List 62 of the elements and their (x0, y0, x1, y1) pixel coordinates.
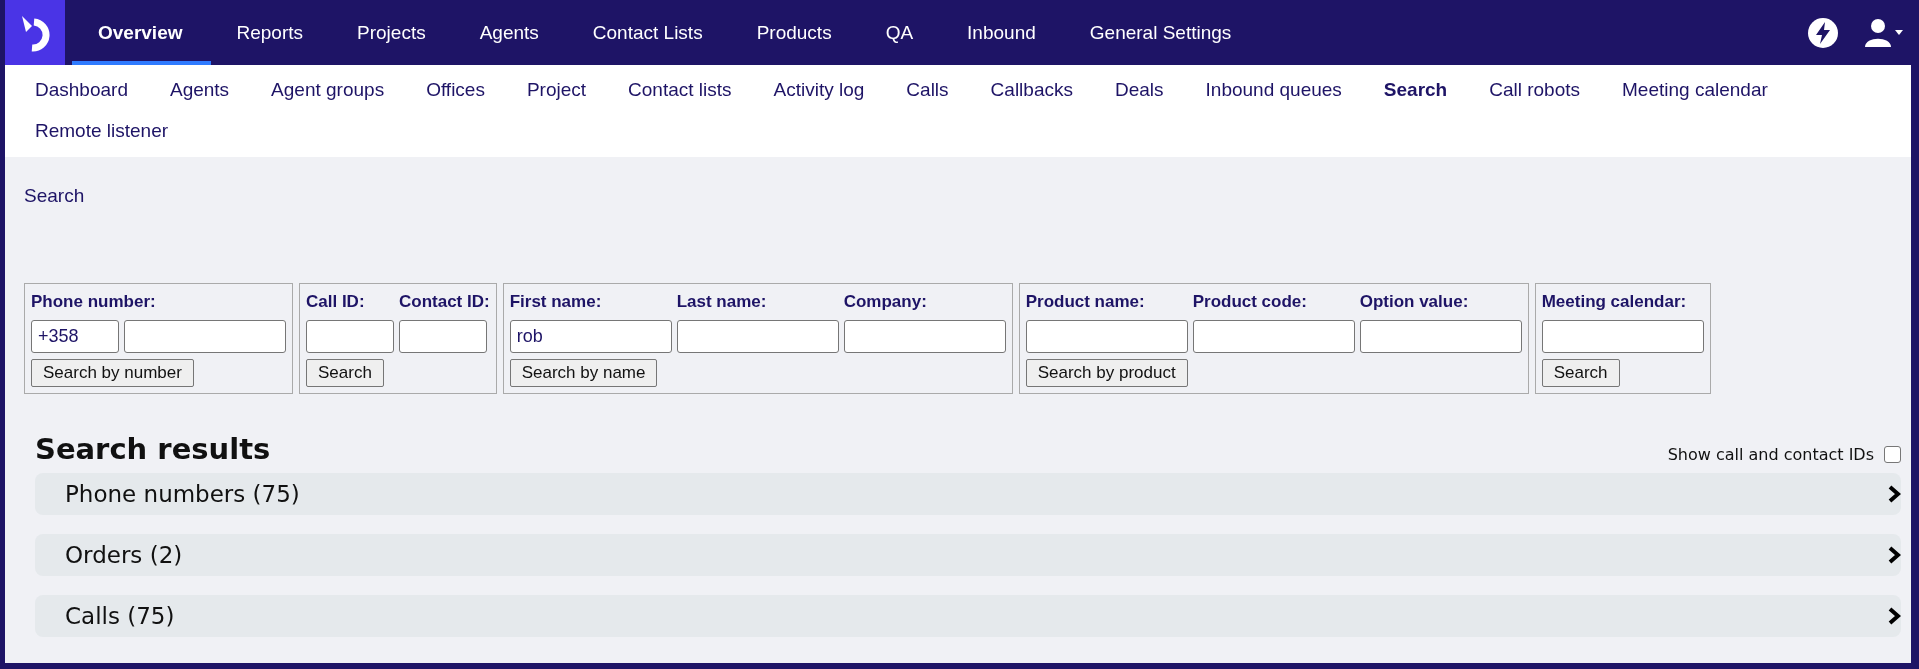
checkbox-label: Show call and contact IDs (1667, 445, 1874, 464)
search-button[interactable]: Search by product (1025, 359, 1188, 387)
nav-tab[interactable]: Contact Lists (566, 0, 731, 65)
subnav-link[interactable]: Search (1383, 69, 1448, 110)
subnav-link[interactable]: Activity log (773, 69, 865, 110)
accordion-header[interactable]: Orders (2) (35, 534, 1901, 576)
input-field[interactable]: rob (509, 320, 672, 353)
nav-tab[interactable]: QA (859, 0, 942, 65)
subnav-link[interactable]: Agents (169, 69, 230, 110)
subnav-link[interactable]: Contact lists (628, 69, 732, 110)
search-button[interactable]: Search (306, 359, 384, 387)
input-field[interactable] (124, 320, 286, 353)
subnav-link[interactable]: Calls (906, 69, 949, 110)
input-field[interactable] (676, 320, 839, 353)
search-button[interactable]: Search (1541, 359, 1620, 387)
subnav-link[interactable]: Inbound queues (1205, 69, 1342, 110)
input-field[interactable] (306, 320, 394, 353)
field-label: Product name: (1025, 292, 1146, 313)
subnav-link[interactable]: Callbacks (990, 69, 1073, 110)
field-label: Option value: (1359, 292, 1470, 313)
accordion-header[interactable]: Calls (75) (35, 595, 1901, 637)
field-label: Call ID: (306, 292, 366, 313)
input-field[interactable] (1192, 320, 1355, 353)
nav-tab[interactable]: Projects (331, 0, 454, 65)
user-icon[interactable] (1865, 17, 1905, 48)
subnav-link[interactable]: Remote listener (35, 110, 169, 151)
lightning-icon[interactable] (1807, 16, 1839, 49)
nav-tab[interactable]: Inbound (941, 0, 1064, 65)
checkbox[interactable] (1884, 446, 1901, 463)
nav-tab[interactable]: Products (730, 0, 860, 65)
nav-tab[interactable]: Reports (210, 0, 332, 65)
results-heading: Search results (35, 432, 271, 466)
section-title: Orders (2) (65, 542, 183, 568)
field-label: Last name: (676, 292, 768, 313)
subnav-link[interactable]: Agent groups (271, 69, 385, 110)
input-field[interactable] (1359, 320, 1522, 353)
field-label: Contact ID: (399, 292, 490, 313)
input-field[interactable] (399, 320, 487, 353)
input-field[interactable] (1541, 320, 1704, 353)
section-title: Calls (75) (65, 603, 175, 629)
subnav-link[interactable]: Project (526, 69, 587, 110)
input-field[interactable] (1025, 320, 1188, 353)
nav-tab[interactable]: Agents (453, 0, 567, 65)
field-label: First name: (509, 292, 603, 313)
field-label: Meeting calendar: (1541, 292, 1688, 313)
subnav-link[interactable]: Meeting calendar (1622, 69, 1768, 110)
input-field[interactable] (843, 320, 1006, 353)
logo[interactable] (5, 0, 65, 65)
subnav-link[interactable]: Deals (1114, 69, 1164, 110)
page-title: Search (24, 184, 86, 208)
field-label: Product code: (1192, 292, 1308, 313)
field-label: Company: (843, 292, 928, 313)
subnav-link[interactable]: Dashboard (35, 69, 128, 110)
subnav-link[interactable]: Offices (426, 69, 485, 110)
nav-tab[interactable]: General Settings (1063, 0, 1260, 65)
search-button[interactable]: Search by name (509, 359, 658, 387)
field-label: Phone number: (31, 292, 157, 313)
input-field[interactable]: +358 (31, 320, 119, 353)
section-title: Phone numbers (75) (65, 481, 300, 507)
accordion-header[interactable]: Phone numbers (75) (35, 473, 1901, 515)
subnav-link[interactable]: Call robots (1489, 69, 1581, 110)
search-button[interactable]: Search by number (31, 359, 194, 387)
